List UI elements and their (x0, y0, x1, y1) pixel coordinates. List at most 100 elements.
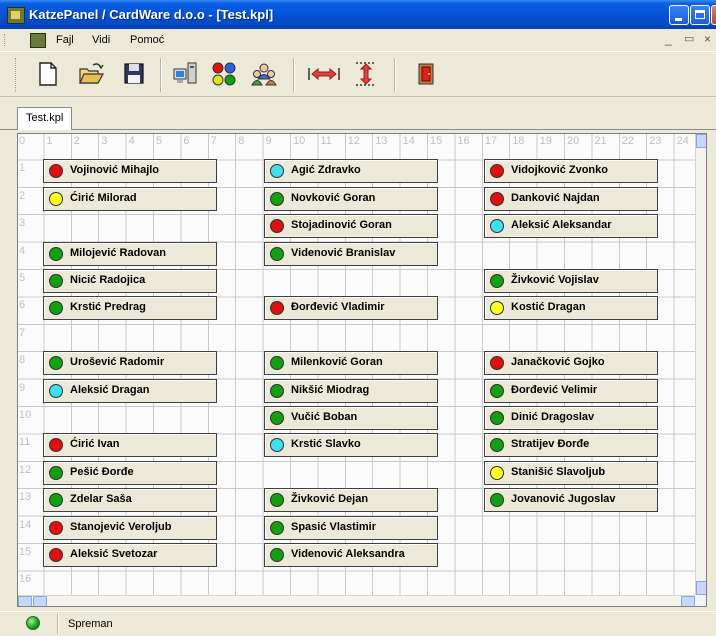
ruler-column-number: 19 (539, 135, 552, 147)
vertical-resize-icon[interactable] (353, 61, 379, 87)
person-card[interactable]: Stojadinović Goran (264, 214, 438, 239)
person-name: Živković Vojislav (511, 274, 599, 286)
ruler-row-number: 4 (19, 244, 26, 257)
person-card[interactable]: Aleksić Aleksandar (484, 214, 658, 239)
person-card[interactable]: Vučić Boban (264, 406, 438, 430)
person-card[interactable]: Vidojković Zvonko (484, 159, 658, 184)
status-dot-icon (490, 465, 504, 480)
status-dot-icon (490, 411, 504, 425)
close-button[interactable] (711, 5, 716, 25)
person-card[interactable]: Nikšić Miodrag (264, 378, 438, 403)
person-card[interactable]: Vojinović Mihajlo (43, 159, 217, 184)
person-card[interactable]: Đorđević Vladimir (264, 296, 438, 321)
status-dot-icon (490, 191, 504, 206)
person-card[interactable]: Nicić Radojica (43, 269, 217, 293)
scroll-left-button[interactable] (18, 596, 32, 606)
person-card[interactable]: Spasić Vlastimir (264, 515, 438, 540)
person-card[interactable]: Danković Najdan (484, 186, 658, 211)
status-dot-icon (270, 438, 284, 453)
status-dot-icon (490, 493, 504, 508)
app-icon[interactable] (7, 7, 25, 24)
minimize-button[interactable] (669, 5, 689, 25)
menu-grip (4, 34, 7, 46)
person-card[interactable]: Stanojević Veroljub (43, 515, 217, 540)
ruler-column-number: 12 (347, 135, 361, 147)
status-dot-icon (49, 438, 63, 453)
person-card[interactable]: Živković Vojislav (484, 269, 658, 293)
ruler-column-number: 0 (19, 135, 26, 147)
ruler-column-number: 14 (402, 135, 415, 147)
person-name: Dinić Dragoslav (511, 411, 595, 423)
person-card[interactable]: Stanišić Slavoljub (484, 460, 658, 485)
person-card[interactable]: Novković Goran (264, 186, 438, 211)
tab-test-kpl[interactable]: Test.kpl (17, 107, 73, 130)
person-name: Jovanović Jugoslav (511, 493, 616, 506)
mdi-restore-button[interactable]: ▭ (684, 32, 694, 45)
person-card[interactable]: Krstić Slavko (264, 433, 438, 458)
new-file-icon[interactable] (35, 61, 61, 87)
horizontal-resize-icon[interactable] (306, 61, 342, 87)
person-card[interactable]: Videnović Aleksandra (264, 543, 438, 567)
status-dot-icon (270, 191, 284, 206)
person-name: Đorđević Velimir (511, 383, 598, 396)
workspace: 0 1 2 3 4 5 6 7 8 9 10 11 12 13 14 15 16 17 18 19 20 21 22 23 24… (17, 133, 707, 607)
ruler-column-number: 20 (567, 135, 580, 147)
person-name: Zdelar Saša (70, 493, 132, 506)
scroll-down-button[interactable] (696, 581, 706, 595)
person-card[interactable]: Zdelar Saša (43, 488, 217, 513)
open-folder-icon[interactable] (78, 61, 104, 87)
person-card[interactable]: Ćirić Ivan (43, 433, 217, 458)
status-dot-icon (49, 383, 63, 398)
scroll-thumb[interactable] (33, 596, 47, 606)
person-card[interactable]: Đorđević Velimir (484, 378, 658, 403)
ruler-column-number: 3 (101, 135, 108, 147)
card-grid-canvas[interactable]: 0 1 2 3 4 5 6 7 8 9 10 11 12 13 14 15 16 17 18 19 20 21 22 23 24… (18, 134, 695, 595)
person-card[interactable]: Janačković Gojko (484, 351, 658, 376)
mdi-close-button[interactable]: × (704, 32, 711, 46)
status-dot-icon (490, 438, 504, 453)
computers-icon[interactable] (172, 61, 198, 87)
exit-door-icon[interactable] (413, 61, 439, 87)
person-card[interactable]: Krstić Predrag (43, 296, 217, 321)
person-card[interactable]: Milojević Radovan (43, 241, 217, 266)
status-text: Spreman (68, 618, 113, 630)
document-icon[interactable] (30, 33, 46, 48)
person-card[interactable]: Videnović Branislav (264, 241, 438, 266)
horizontal-scrollbar[interactable] (18, 595, 695, 606)
status-dot-icon (49, 493, 63, 508)
person-name: Aleksić Svetozar (70, 548, 158, 560)
person-card[interactable]: Kostić Dragan (484, 296, 658, 321)
person-name: Ćirić Ivan (70, 438, 120, 451)
person-name: Janačković Gojko (511, 356, 605, 369)
person-card[interactable]: Jovanović Jugoslav (484, 488, 658, 513)
person-card[interactable]: Dinić Dragoslav (484, 406, 658, 430)
ruler-row-number: 1 (19, 162, 26, 175)
maximize-button[interactable] (690, 5, 710, 25)
ruler-column-number: 13 (375, 135, 388, 147)
person-card[interactable]: Stratijev Đorđe (484, 433, 658, 458)
ruler-row-number: 13 (19, 491, 32, 504)
menu-vidi[interactable]: Vidi (92, 34, 110, 46)
vertical-scrollbar[interactable] (695, 134, 706, 595)
mdi-minimize-button[interactable]: _ (665, 32, 672, 46)
person-card[interactable]: Agić Zdravko (264, 159, 438, 184)
save-disk-icon[interactable] (121, 61, 147, 87)
ruler-row-number: 16 (19, 573, 32, 586)
scroll-right-button[interactable] (681, 596, 695, 606)
person-card[interactable]: Živković Dejan (264, 488, 438, 513)
person-card[interactable]: Aleksić Svetozar (43, 543, 217, 567)
status-dot-icon (270, 548, 284, 562)
person-card[interactable]: Milenković Goran (264, 351, 438, 376)
users-group-icon[interactable] (251, 61, 277, 87)
person-card[interactable]: Aleksić Dragan (43, 378, 217, 403)
colored-dots-icon[interactable] (211, 61, 237, 87)
status-dot-icon (490, 164, 504, 179)
menu-pomoc[interactable]: Pomoć (130, 34, 164, 46)
person-card[interactable]: Ćirić Milorad (43, 186, 217, 211)
person-card[interactable]: Pešić Đorđe (43, 460, 217, 485)
toolbar-separator (293, 58, 295, 92)
menu-fajl[interactable]: Fajl (56, 34, 74, 46)
scroll-up-button[interactable] (696, 134, 706, 148)
title-bar[interactable]: KatzePanel / CardWare d.o.o - [Test.kpl] (0, 0, 716, 29)
person-card[interactable]: Urošević Radomir (43, 351, 217, 376)
